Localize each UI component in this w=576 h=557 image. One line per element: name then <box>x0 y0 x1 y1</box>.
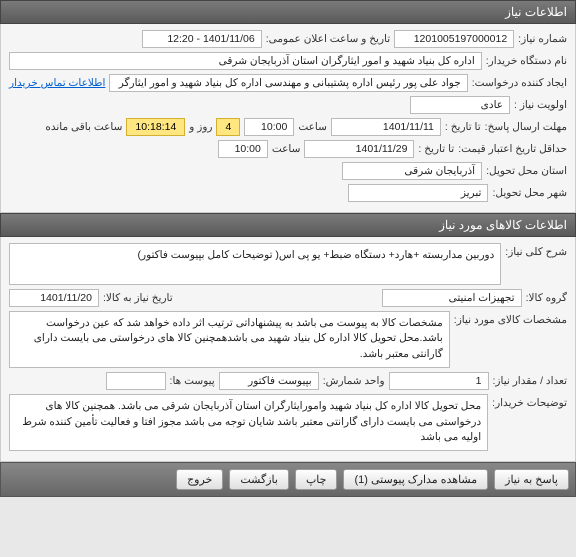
value-requester: جواد علی پور رئیس اداره پشتیبانی و مهندس… <box>109 74 467 92</box>
row-buyer-notes: توضیحات خریدار: <box>9 394 567 451</box>
value-buyer-notes[interactable] <box>9 394 488 451</box>
label-goods-spec: مشخصات کالای مورد نیاز: <box>454 311 567 326</box>
footer-toolbar: پاسخ به نیاز مشاهده مدارک پیوستی (1) چاپ… <box>0 462 576 497</box>
label-deadline: مهلت ارسال پاسخ: <box>485 121 567 133</box>
label-remaining: ساعت باقی مانده <box>45 121 122 133</box>
label-need-no: شماره نیاز: <box>518 33 567 45</box>
value-time-left: 10:18:14 <box>126 118 185 136</box>
value-deadline-date: 1401/11/11 <box>331 118 441 136</box>
label-time-1: ساعت <box>298 121 327 133</box>
value-pv-time: 10:00 <box>218 140 268 158</box>
value-buyer-org: اداره کل بنیاد شهید و امور ایثارگران است… <box>9 52 482 70</box>
label-buyer-notes: توضیحات خریدار: <box>492 394 567 409</box>
label-days-and: روز و <box>189 121 212 133</box>
back-button[interactable]: بازگشت <box>229 469 289 490</box>
value-announce-dt: 1401/11/06 - 12:20 <box>142 30 262 48</box>
value-deadline-time: 10:00 <box>244 118 294 136</box>
value-goods-spec[interactable] <box>9 311 450 368</box>
value-goods-group: تجهیزات امنیتی <box>382 289 522 307</box>
link-buyer-contact[interactable]: اطلاعات تماس خریدار <box>9 77 105 89</box>
value-unit: بپیوست فاکتور <box>219 372 319 390</box>
value-qty: 1 <box>389 372 489 390</box>
label-city: شهر محل تحویل: <box>492 187 567 199</box>
row-goods-group: گروه کالا: تجهیزات امنیتی تاریخ نیاز به … <box>9 289 567 307</box>
row-goods-spec: مشخصات کالای مورد نیاز: <box>9 311 567 368</box>
value-attachments <box>106 372 166 390</box>
row-buyer-org: نام دستگاه خریدار: اداره کل بنیاد شهید و… <box>9 52 567 70</box>
value-pv-date: 1401/11/29 <box>304 140 414 158</box>
row-general-desc: شرح کلی نیاز: <box>9 243 567 285</box>
row-qty-unit: تعداد / مقدار نیاز: 1 واحد شمارش: بپیوست… <box>9 372 567 390</box>
row-priority: اولویت نیاز : عادی <box>9 96 567 114</box>
value-priority: عادی <box>410 96 510 114</box>
row-deadline: مهلت ارسال پاسخ: تا تاریخ : 1401/11/11 س… <box>9 118 567 136</box>
exit-button[interactable]: خروج <box>176 469 223 490</box>
label-announce-dt: تاریخ و ساعت اعلان عمومی: <box>266 33 390 45</box>
label-need-date: تاریخ نیاز به کالا: <box>103 292 173 304</box>
label-attachments: پیوست ها: <box>170 375 215 387</box>
label-to-date-2: تا تاریخ : <box>418 143 454 155</box>
row-city: شهر محل تحویل: تبریز <box>9 184 567 202</box>
need-info-body: شماره نیاز: 1201005197000012 تاریخ و ساع… <box>0 24 576 213</box>
need-info-header: اطلاعات نیاز <box>0 0 576 24</box>
label-priority: اولویت نیاز : <box>514 99 567 111</box>
label-qty: تعداد / مقدار نیاز: <box>493 375 567 387</box>
label-requester: ایجاد کننده درخواست: <box>472 77 567 89</box>
label-unit: واحد شمارش: <box>323 375 385 387</box>
goods-info-header: اطلاعات کالاهای مورد نیاز <box>0 213 576 237</box>
row-need-number: شماره نیاز: 1201005197000012 تاریخ و ساع… <box>9 30 567 48</box>
label-province: استان محل تحویل: <box>486 165 567 177</box>
row-requester: ایجاد کننده درخواست: جواد علی پور رئیس ا… <box>9 74 567 92</box>
row-province: استان محل تحویل: آذربایجان شرقی <box>9 162 567 180</box>
value-days-left: 4 <box>216 118 240 136</box>
value-province: آذربایجان شرقی <box>342 162 482 180</box>
value-need-no: 1201005197000012 <box>394 30 514 48</box>
label-buyer-org: نام دستگاه خریدار: <box>486 55 567 67</box>
value-general-desc[interactable] <box>9 243 501 285</box>
label-time-2: ساعت <box>272 143 301 155</box>
label-to-date-1: تا تاریخ : <box>445 121 481 133</box>
value-city: تبریز <box>348 184 488 202</box>
value-need-date: 1401/11/20 <box>9 289 99 307</box>
label-general-desc: شرح کلی نیاز: <box>505 243 567 258</box>
print-button[interactable]: چاپ <box>295 469 338 490</box>
label-goods-group: گروه کالا: <box>526 292 567 304</box>
goods-info-body: شرح کلی نیاز: گروه کالا: تجهیزات امنیتی … <box>0 237 576 462</box>
row-price-validity: حداقل تاریخ اعتبار قیمت: تا تاریخ : 1401… <box>9 140 567 158</box>
view-attachments-button[interactable]: مشاهده مدارک پیوستی (1) <box>343 469 488 490</box>
label-price-validity: حداقل تاریخ اعتبار قیمت: <box>458 143 567 155</box>
respond-button[interactable]: پاسخ به نیاز <box>494 469 569 490</box>
